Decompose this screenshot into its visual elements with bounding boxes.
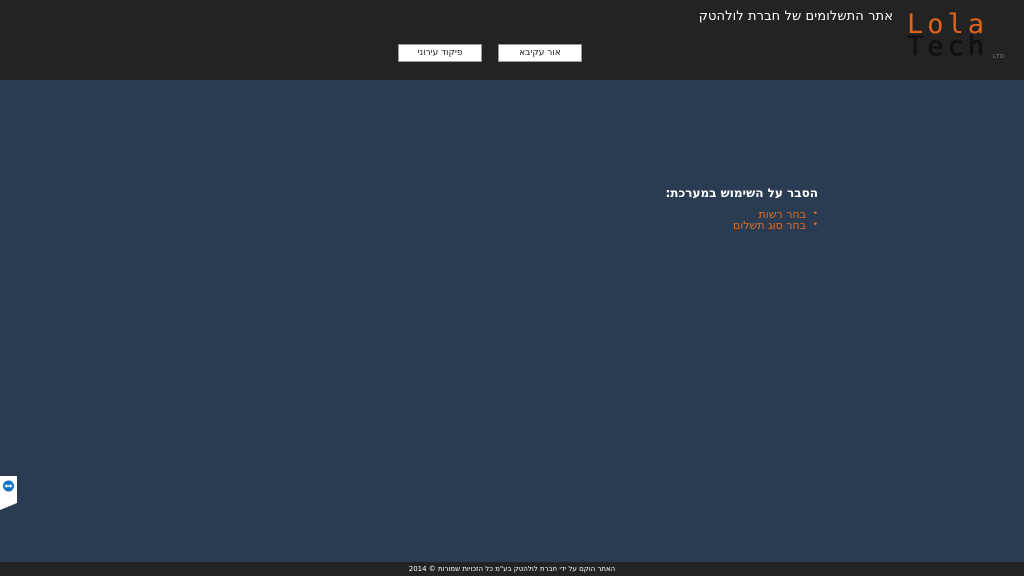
site-title: אתר התשלומים של חברת לולהטק bbox=[698, 9, 893, 24]
logo-text-tech: Tech bbox=[907, 31, 989, 62]
help-item-select-payment-type[interactable]: • בחר סוג תשלום bbox=[665, 219, 818, 232]
remote-support-icon bbox=[0, 476, 17, 510]
bullet-icon: • bbox=[812, 220, 818, 230]
remote-support-tab[interactable] bbox=[0, 476, 17, 510]
municipal-command-button[interactable]: פיקוד עירוני bbox=[398, 44, 482, 62]
help-list: • בחר רשות • בחר סוג תשלום bbox=[665, 209, 818, 231]
footer: האתר הוקם על ידי חברת לולהטק בע"מ כל הזכ… bbox=[0, 562, 1024, 576]
logo-text-ltd: LTD bbox=[993, 54, 1006, 60]
help-heading: הסבר על השימוש במערכת: bbox=[665, 186, 818, 200]
bullet-icon: • bbox=[812, 209, 818, 219]
or-akiva-button[interactable]: אור עקיבא bbox=[498, 44, 582, 62]
page: אתר התשלומים של חברת לולהטק Lola Tech LT… bbox=[0, 0, 1024, 576]
help-item-label[interactable]: בחר סוג תשלום bbox=[733, 219, 806, 232]
lolatech-logo[interactable]: Lola Tech LTD bbox=[902, 10, 1024, 66]
header: אתר התשלומים של חברת לולהטק Lola Tech LT… bbox=[0, 0, 1024, 80]
help-section: הסבר על השימוש במערכת: • בחר רשות • בחר … bbox=[665, 186, 818, 231]
